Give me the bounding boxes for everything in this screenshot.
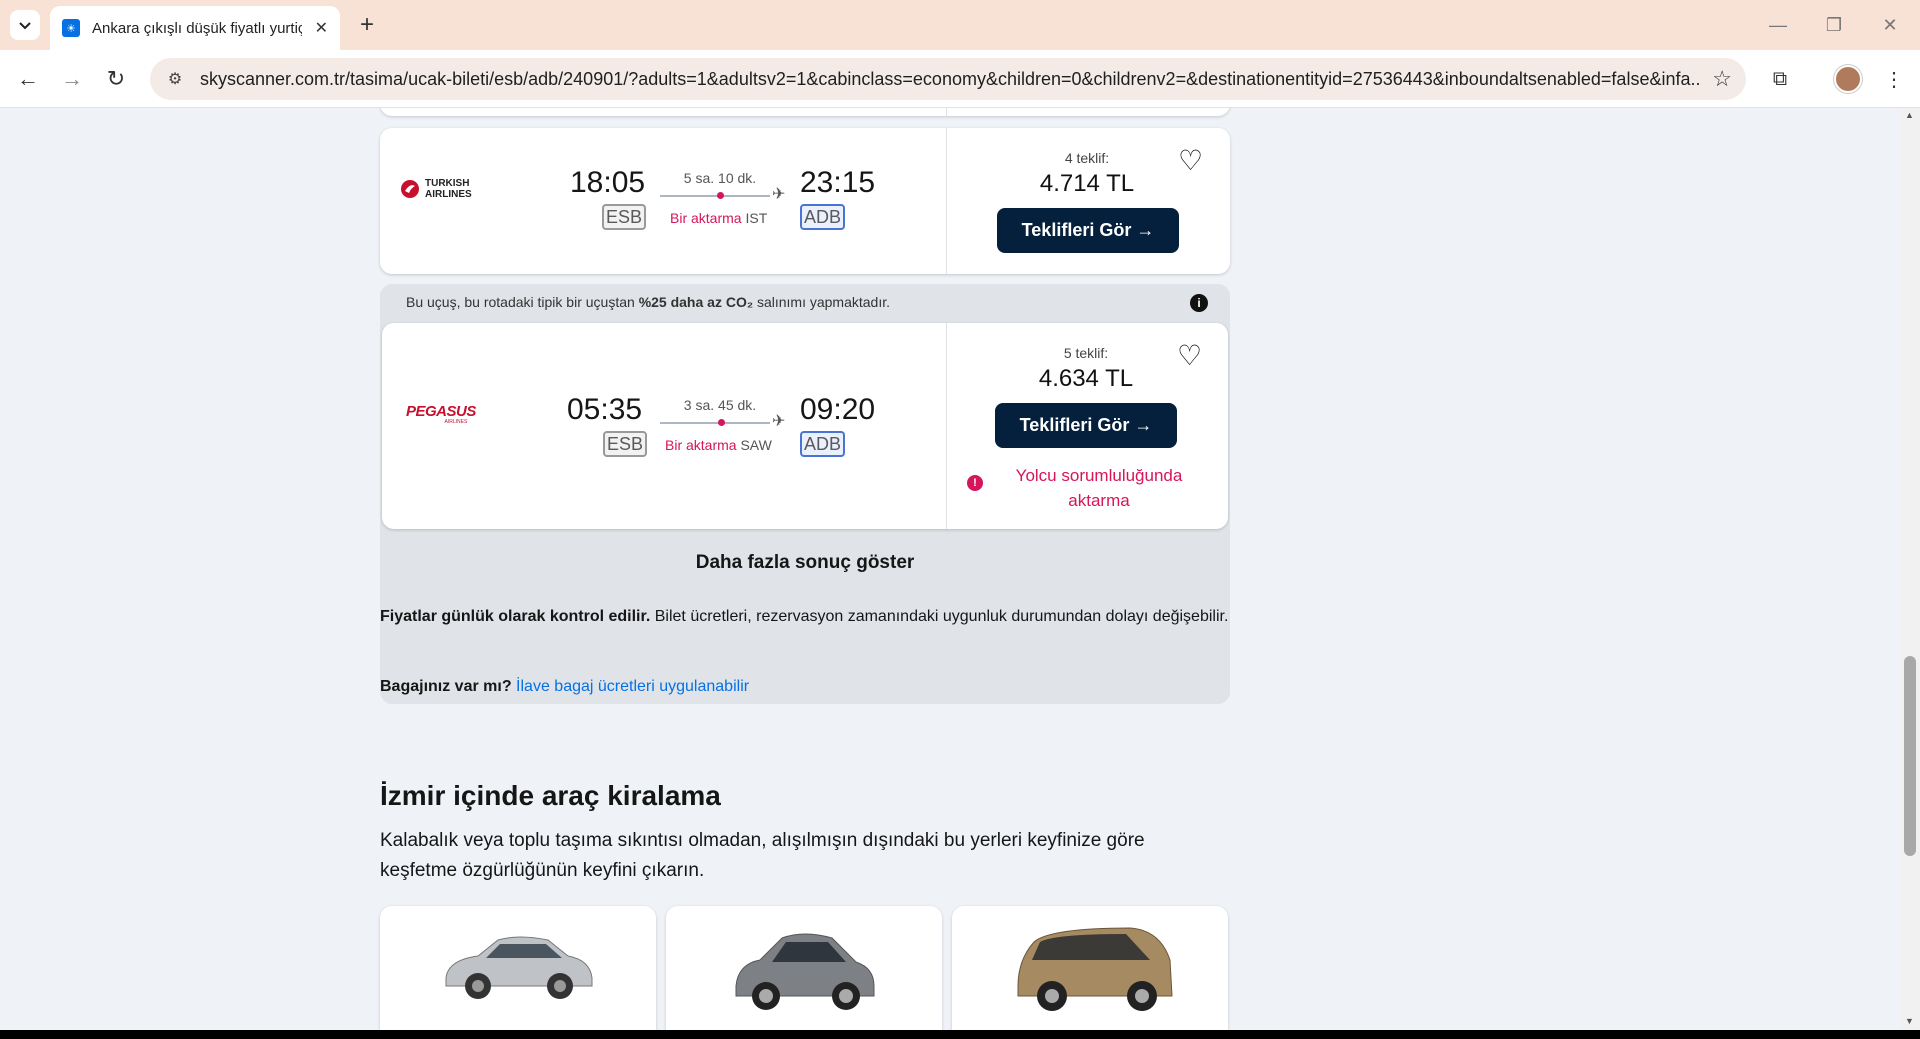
stop-hub: SAW (740, 437, 772, 453)
reload-icon[interactable]: ↻ (100, 63, 132, 95)
browser-titlebar: ☀ Ankara çıkışlı düşük fiyatlı yurtiç ✕ … (0, 0, 1920, 50)
more-menu-icon[interactable]: ⋮ (1878, 63, 1910, 95)
airline-name-line2: AIRLINES (425, 189, 472, 200)
baggage-question: Bagajınız var mı? (380, 678, 512, 695)
page-scrollbar[interactable]: ▲ ▼ (1900, 108, 1920, 1030)
airline-name-line1: TURKISH (425, 178, 470, 189)
page-viewport: TURKISH AIRLINES 18:05 ESB 5 sa. 10 dk. … (0, 108, 1920, 1030)
profile-avatar[interactable] (1834, 65, 1862, 93)
baggage-fees-link[interactable]: İlave bagaj ücretleri uygulanabilir (516, 678, 749, 695)
pegasus-logo: PEGASUS AIRLINES (406, 403, 476, 425)
forward-arrow-icon[interactable]: → (56, 63, 88, 95)
info-icon[interactable]: i (1190, 294, 1208, 312)
price-disclaimer-text: Bilet ücretleri, rezervasyon zamanındaki… (650, 608, 1229, 625)
restore-icon[interactable]: ❐ (1814, 10, 1854, 40)
sedan-car-image (445, 936, 593, 999)
baggage-note: Bagajınız var mı? İlave bagaj ücretleri … (380, 674, 1240, 699)
tab-title: Ankara çıkışlı düşük fiyatlı yurtiç (92, 19, 302, 37)
turkish-airlines-logo: TURKISH AIRLINES (400, 178, 472, 200)
flight-price: 4.714 TL (1039, 170, 1135, 197)
route-line (660, 422, 770, 424)
stops-info: Bir aktarma SAW (665, 437, 772, 453)
previous-flight-card (380, 108, 1230, 116)
new-tab-button[interactable]: + (352, 10, 382, 40)
card-divider (946, 108, 947, 116)
stops-label: Bir aktarma (670, 210, 742, 226)
browser-toolbar: ← → ↻ ⚙ skyscanner.com.tr/tasima/ucak-bi… (0, 50, 1920, 108)
co2-text-suffix: salınımı yapmaktadır. (753, 294, 891, 310)
car-rental-title: İzmir içinde araç kiralama (380, 780, 721, 811)
pegasus-sub: AIRLINES (444, 419, 468, 425)
depart-time: 05:35 (567, 393, 643, 426)
bookmark-star-icon[interactable]: ☆ (1712, 66, 1732, 92)
hatchback-car-image (735, 933, 875, 1010)
car-rental-subtitle: Kalabalık veya toplu taşıma sıkıntısı ol… (380, 830, 1145, 881)
arrive-time: 23:15 (800, 166, 876, 199)
offer-count: 5 teklif: (1063, 345, 1109, 361)
route-line (660, 195, 770, 197)
skyscanner-favicon-icon: ☀ (62, 19, 80, 37)
stop-dot (718, 419, 725, 426)
stops-info: Bir aktarma IST (670, 210, 767, 226)
minivan-car-image (1017, 927, 1173, 1011)
self-transfer-warning: Yolcu sorumluluğunda aktarma (1015, 466, 1183, 510)
stop-hub: IST (745, 210, 768, 226)
co2-message: Bu uçuş, bu rotadaki tipik bir uçuştan %… (406, 294, 890, 310)
flight-duration: 5 sa. 10 dk. (683, 170, 757, 186)
warning-icon: ! (967, 475, 983, 491)
taskbar-edge (0, 1030, 1920, 1039)
arrive-airport-code: ADB (800, 431, 846, 457)
see-offers-button[interactable]: Teklifleri Gör → (997, 208, 1179, 253)
depart-airport-code: ESB (602, 204, 647, 230)
show-more-results-button[interactable]: Daha fazla sonuç göster (674, 540, 936, 585)
scrollbar-thumb[interactable] (1904, 656, 1916, 856)
airplane-icon: ✈ (772, 186, 786, 203)
url-text[interactable]: skyscanner.com.tr/tasima/ucak-bileti/esb… (200, 69, 1700, 90)
car-card-3[interactable] (952, 906, 1228, 1030)
scroll-down-icon[interactable]: ▼ (1905, 1016, 1914, 1026)
co2-text-bold: %25 daha az CO₂ (638, 294, 754, 310)
site-info-icon[interactable]: ⚙ (164, 68, 186, 90)
price-disclaimer: Fiyatlar günlük olarak kontrol edilir. B… (380, 604, 1240, 629)
card-divider (946, 323, 947, 529)
extensions-puzzle-icon[interactable]: ⧉ (1764, 63, 1796, 95)
minimize-icon[interactable]: — (1758, 10, 1798, 40)
window-close-icon[interactable]: ✕ (1870, 10, 1910, 40)
chevron-down-icon (19, 22, 31, 30)
scroll-up-icon[interactable]: ▲ (1905, 110, 1914, 120)
stop-dot (717, 192, 724, 199)
tab-search-button[interactable] (10, 10, 40, 40)
car-card-2[interactable] (666, 906, 942, 1030)
price-disclaimer-bold: Fiyatlar günlük olarak kontrol edilir. (380, 608, 651, 625)
flight-duration: 3 sa. 45 dk. (683, 397, 757, 413)
pegasus-wordmark: PEGASUS (406, 403, 476, 420)
flight-price: 4.634 TL (1038, 365, 1134, 392)
flight-card-1[interactable]: TURKISH AIRLINES 18:05 ESB 5 sa. 10 dk. … (380, 128, 1230, 274)
tab-close-icon[interactable]: ✕ (315, 18, 328, 38)
card-divider (946, 128, 947, 274)
car-card-1[interactable] (380, 906, 656, 1030)
arrive-time: 09:20 (800, 393, 876, 426)
co2-text-prefix: Bu uçuş, bu rotadaki tipik bir uçuştan (406, 294, 639, 310)
flight-card-2[interactable]: PEGASUS AIRLINES 05:35 ESB 3 sa. 45 dk. … (382, 323, 1228, 529)
offer-count: 4 teklif: (1064, 150, 1110, 166)
back-arrow-icon[interactable]: ← (12, 63, 44, 95)
depart-time: 18:05 (570, 166, 646, 199)
favorite-heart-icon[interactable]: ♡ (1177, 339, 1202, 372)
turkish-airlines-bird-icon (401, 180, 419, 198)
depart-airport-code: ESB (603, 431, 648, 457)
airplane-icon: ✈ (772, 413, 786, 430)
favorite-heart-icon[interactable]: ♡ (1178, 144, 1203, 177)
arrive-airport-code: ADB (800, 204, 846, 230)
address-bar[interactable]: ⚙ skyscanner.com.tr/tasima/ucak-bileti/e… (150, 58, 1746, 100)
browser-tab-active[interactable]: ☀ Ankara çıkışlı düşük fiyatlı yurtiç ✕ (50, 6, 340, 50)
see-offers-button[interactable]: Teklifleri Gör → (995, 403, 1177, 448)
stops-label: Bir aktarma (665, 437, 737, 453)
